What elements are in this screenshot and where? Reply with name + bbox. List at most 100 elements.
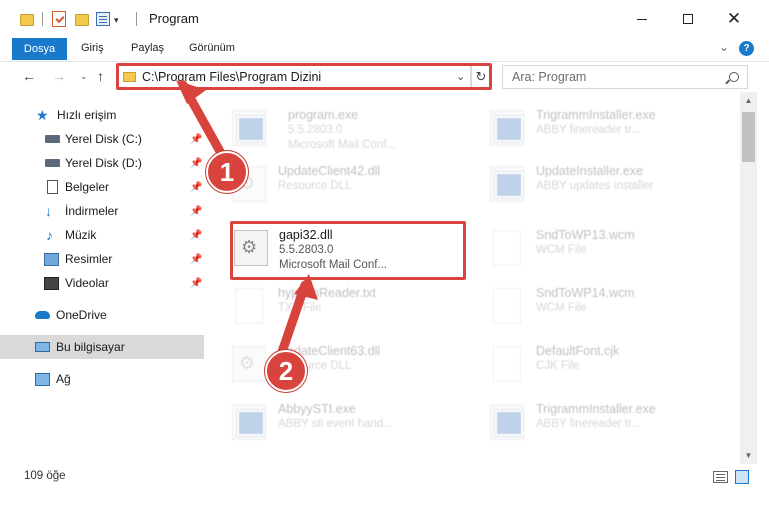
tab-home[interactable]: Giriş [81,42,104,54]
file-item[interactable]: UpdateClient63.dll Resource DLL [210,338,440,390]
properties-check-icon[interactable] [52,11,66,27]
scroll-up-icon[interactable]: ▲ [740,92,757,109]
sidebar-item-this-pc[interactable]: Bu bilgisayar [0,335,204,359]
new-folder-icon[interactable] [75,14,89,26]
file-item[interactable]: DefaultFont.cjk CJK File [468,338,698,390]
file-icon [493,288,521,324]
sidebar-item-quick-access[interactable]: ★ Hızlı erişim [0,103,204,127]
back-arrow-icon[interactable]: ← [22,68,36,84]
sidebar-item-downloads[interactable]: ↓ İndirmeler 📌 [0,199,204,223]
up-arrow-icon[interactable]: ↑ [97,68,104,84]
file-type: ABBY updates installer [536,180,654,192]
file-version: 5.5.2803.0 [288,124,343,136]
file-icon [235,288,263,324]
expand-ribbon-icon[interactable]: ⌄ [719,40,729,54]
file-type: Resource DLL [278,180,352,192]
file-icon [493,346,521,382]
file-name: hyphenReader.txt [278,286,376,300]
file-type: ABBY finereader tr... [536,124,641,136]
network-icon [35,372,50,386]
scroll-thumb[interactable] [742,112,755,162]
maximize-button[interactable] [665,0,711,38]
forward-arrow-icon[interactable]: → [52,68,66,84]
file-item[interactable]: program.exe 5.5.2803.0 Microsoft Mail Co… [210,102,440,154]
pin-icon: 📌 [190,133,203,145]
address-highlight-box [116,63,492,90]
file-type: CJK File [536,360,580,372]
star-icon: ★ [36,106,49,123]
exe-icon [232,110,266,146]
separator [136,12,137,26]
file-item[interactable]: TrigrammInstaller.exe ABBY finereader tr… [468,396,698,448]
file-type: TXT File [278,302,322,314]
search-icon[interactable] [729,72,739,82]
disk-icon [45,159,60,167]
recent-locations-icon[interactable]: ⌄ [80,71,88,82]
details-view-icon[interactable] [713,471,728,483]
file-type: ABBY sti event hand... [278,418,393,430]
tab-view[interactable]: Görünüm [189,42,235,54]
music-icon: ♪ [46,226,53,243]
file-item[interactable]: TrigrammInstaller.exe ABBY finereader tr… [468,102,698,154]
step-badge-2: 2 [265,350,307,392]
sidebar-item-label: OneDrive [56,308,107,322]
quick-access-dropdown-icon[interactable]: ▾ [114,15,119,26]
separator [42,12,43,26]
sidebar-item-label: Bu bilgisayar [56,340,125,354]
pin-icon: 📌 [190,181,203,193]
close-button[interactable]: ✕ [711,0,757,38]
search-placeholder: Ara: Program [512,70,587,84]
file-icon [493,230,521,266]
disk-icon [45,135,60,143]
documents-icon [47,180,58,194]
sidebar-item-network[interactable]: Ağ [0,367,204,391]
vertical-scrollbar[interactable]: ▲ ▼ [740,92,757,464]
sidebar-item-documents[interactable]: Belgeler 📌 [0,175,204,199]
step-badge-1: 1 [206,151,248,193]
sidebar-item-videos[interactable]: Videolar 📌 [0,271,204,295]
scroll-down-icon[interactable]: ▼ [740,447,757,464]
status-bar: 109 öğe [0,464,769,506]
file-name: AbbyySTI.exe [278,402,356,416]
exe-icon [490,110,524,146]
minimize-button[interactable] [619,0,665,38]
file-item[interactable]: SndToWP13.wcm WCM File [468,222,698,274]
search-input[interactable]: Ara: Program [502,65,748,89]
file-name: SndToWP14.wcm [536,286,635,300]
sidebar-item-disk-c[interactable]: Yerel Disk (C:) 📌 [0,127,204,151]
download-icon: ↓ [45,202,52,219]
pin-icon: 📌 [190,205,203,217]
file-item[interactable]: hyphenReader.txt TXT File [210,280,440,332]
large-icons-view-icon[interactable] [735,470,749,484]
close-icon: ✕ [726,9,742,28]
computer-icon [35,342,50,352]
exe-icon [490,404,524,440]
file-type: WCM File [536,244,587,256]
exe-icon [232,404,266,440]
help-icon[interactable]: ? [739,41,754,56]
sidebar-item-disk-d[interactable]: Yerel Disk (D:) 📌 [0,151,204,175]
dll-icon [232,346,266,382]
tab-file[interactable]: Dosya [12,38,67,60]
sidebar-item-onedrive[interactable]: OneDrive [0,303,204,327]
file-item[interactable]: UpdateInstaller.exe ABBY updates install… [468,158,698,210]
file-name: program.exe [288,108,359,122]
sidebar-item-label: İndirmeler [65,204,119,218]
sidebar-item-label: Belgeler [65,180,110,194]
sidebar-item-label: Müzik [65,228,97,242]
sidebar-item-pictures[interactable]: Resimler 📌 [0,247,204,271]
sidebar-item-label: Ağ [56,372,71,386]
tab-share[interactable]: Paylaş [131,42,164,54]
sidebar-item-music[interactable]: ♪ Müzik 📌 [0,223,204,247]
file-item[interactable]: SndToWP14.wcm WCM File [468,280,698,332]
pin-icon: 📌 [190,253,203,265]
file-item[interactable]: AbbyySTI.exe ABBY sti event hand... [210,396,440,448]
properties-icon[interactable] [96,12,110,26]
pictures-icon [44,252,59,266]
pin-icon: 📌 [190,157,203,169]
file-highlight-box [230,221,466,280]
cloud-icon [35,311,50,319]
file-name: TrigrammInstaller.exe [536,108,656,122]
file-name: DefaultFont.cjk [536,344,620,358]
folder-icon[interactable] [20,14,34,26]
